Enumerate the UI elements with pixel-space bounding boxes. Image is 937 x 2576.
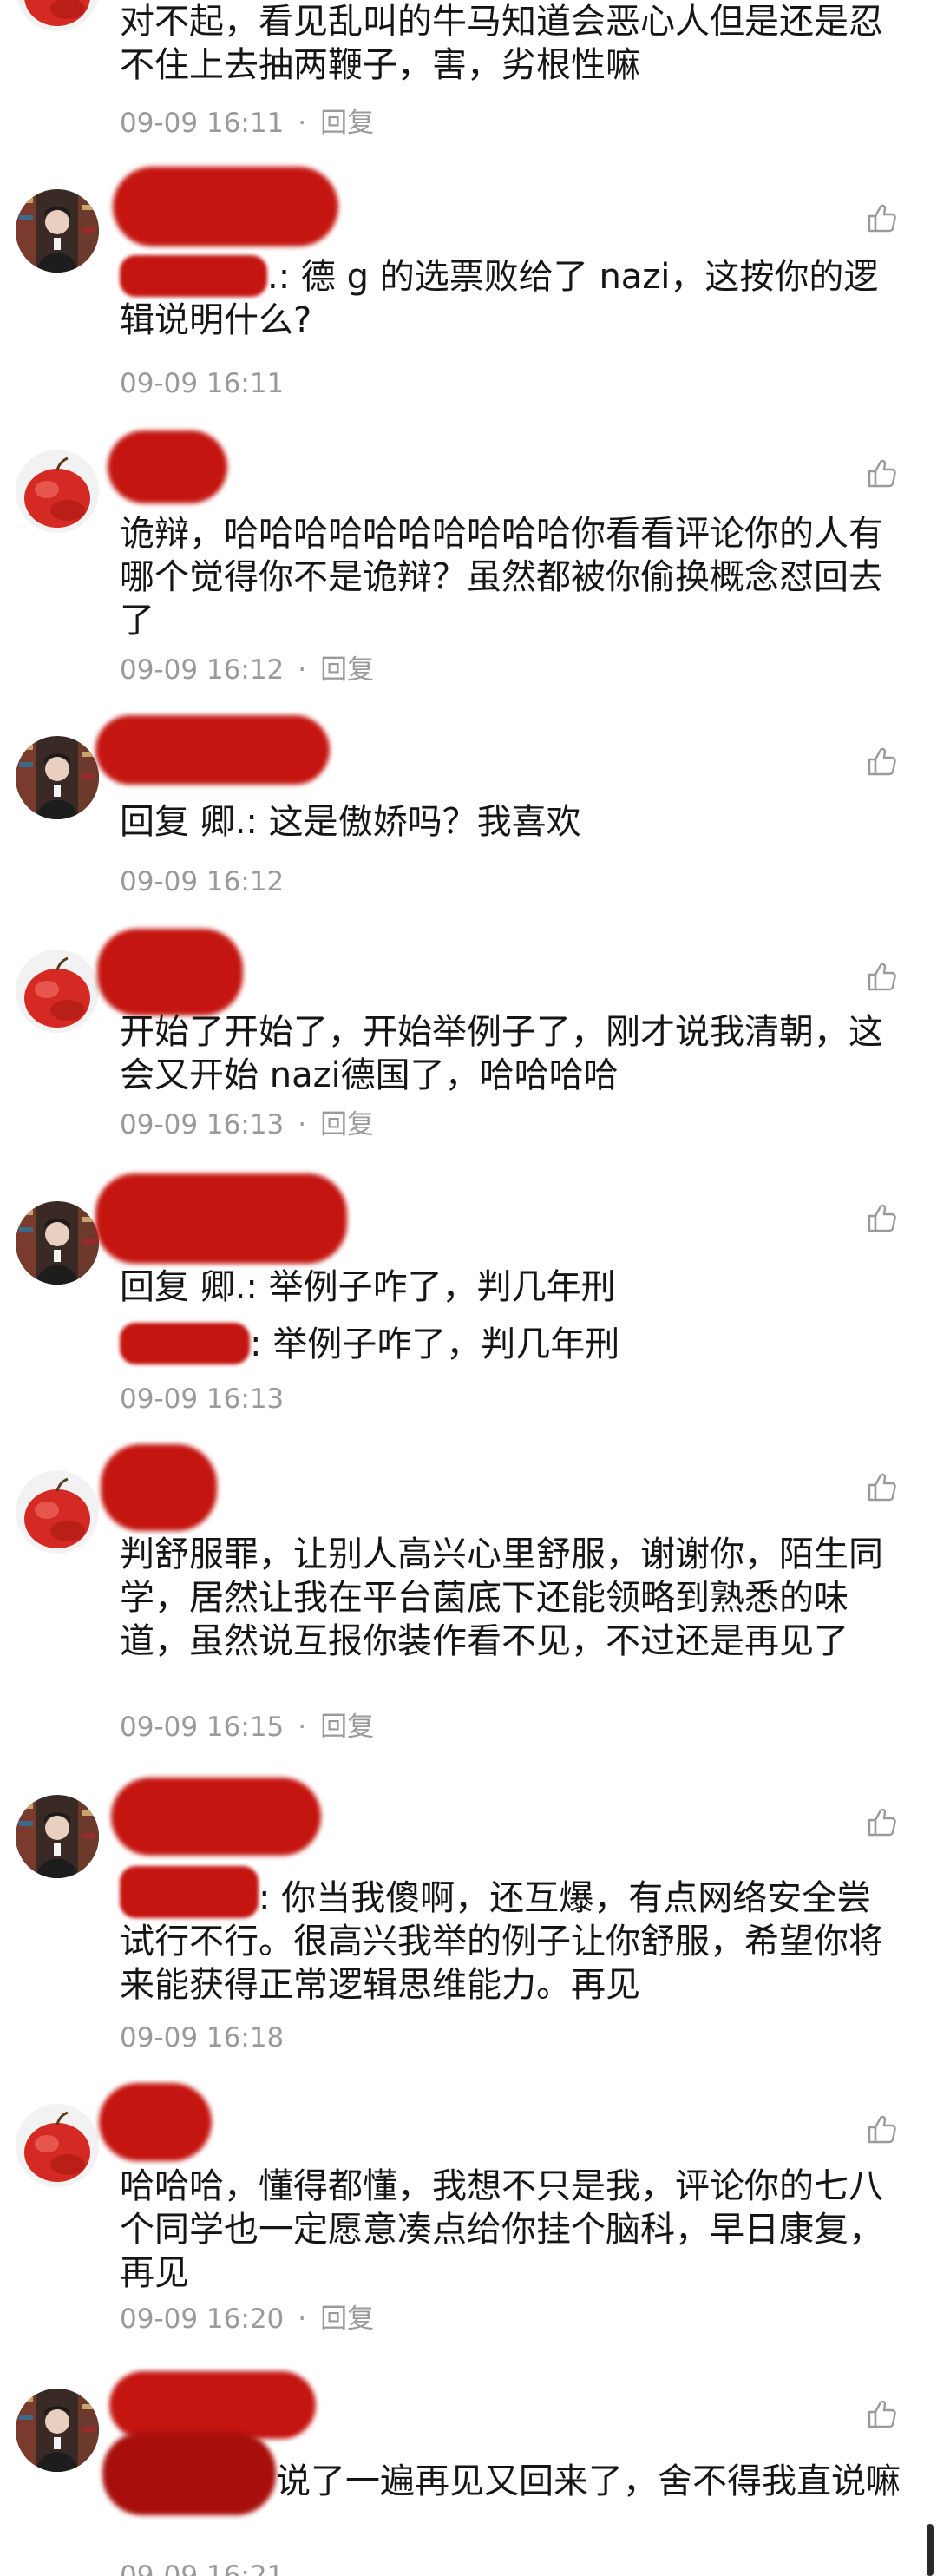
comment-meta: 09-09 16:21 xyxy=(120,2559,284,2576)
comment-text: 开始了开始了，开始举例子了，刚才说我清朝，这会又开始 nazi德国了，哈哈哈哈 xyxy=(120,1012,883,1095)
comment-text: 回复 卿.: 举例子咋了，判几年刑 xyxy=(120,1267,616,1307)
comment-meta: 09-09 16:20 · 回复 xyxy=(120,2302,374,2336)
comment-time: 09-09 16:18 xyxy=(120,2022,285,2054)
comment-text: 判舒服罪，让别人高兴心里舒服，谢谢你，陌生同学，居然让我在平台菌底下还能领略到熟… xyxy=(120,1534,883,1661)
comment-time: 09-09 16:12 xyxy=(120,866,285,897)
comment-meta: 09-09 16:11 · 回复 xyxy=(120,106,374,141)
comment-time: 09-09 16:13 xyxy=(120,1383,285,1415)
comment-meta: 09-09 16:18 xyxy=(120,2021,284,2055)
thumbs-up-icon[interactable] xyxy=(864,201,899,236)
comment-time: 09-09 16:12 xyxy=(120,654,285,686)
thumbs-up-icon[interactable] xyxy=(864,745,899,779)
username-redacted[interactable] xyxy=(99,2083,212,2161)
comment-time: 09-09 16:11 xyxy=(120,368,285,399)
user-avatar[interactable] xyxy=(16,0,99,31)
comment-text: 对不起，看见乱叫的牛马知道会恶心人但是还是忍不住上去抽两鞭子，害，劣根性嘛 xyxy=(120,2,883,85)
comment-time: 09-09 16:20 xyxy=(120,2303,285,2335)
mention-redacted xyxy=(120,255,267,297)
user-avatar[interactable] xyxy=(16,1201,99,1285)
comment-meta: 09-09 16:12 · 回复 xyxy=(120,653,374,687)
comment-text: : 你当我傻啊，还互爆，有点网络安全尝试行不行。很高兴我举的例子让你舒服，希望你… xyxy=(120,1866,905,2007)
thumbs-up-icon[interactable] xyxy=(864,960,899,995)
thumbs-up-icon[interactable] xyxy=(864,1470,899,1505)
thumbs-up-icon[interactable] xyxy=(864,1805,899,1840)
user-avatar[interactable] xyxy=(16,2389,99,2472)
user-avatar[interactable] xyxy=(16,450,99,533)
mention-redacted xyxy=(120,1866,259,1918)
scrollbar[interactable] xyxy=(927,2524,934,2576)
separator-dot: · xyxy=(298,654,307,686)
username-redacted[interactable] xyxy=(113,167,338,246)
separator-dot: · xyxy=(298,1712,307,1743)
comment-text: 诡辩，哈哈哈哈哈哈哈哈哈哈你看看评论你的人有哪个觉得你不是诡辩？虽然都被你偷换概… xyxy=(120,514,883,641)
reply-button[interactable]: 回复 xyxy=(320,1712,374,1743)
user-avatar[interactable] xyxy=(16,2104,99,2187)
thumbs-up-icon[interactable] xyxy=(864,457,899,491)
separator-dot: · xyxy=(298,2303,307,2335)
reply-button[interactable]: 回复 xyxy=(320,654,374,686)
comment-meta: 09-09 16:15 · 回复 xyxy=(120,1710,374,1745)
username-redacted[interactable] xyxy=(97,929,243,1015)
comment-time: 09-09 16:15 xyxy=(120,1712,285,1743)
comment-text: 回复 卿.: 这是傲娇吗？我喜欢 xyxy=(120,802,581,842)
mention-redacted xyxy=(120,1323,250,1364)
user-avatar[interactable] xyxy=(16,736,99,819)
username-redacted[interactable] xyxy=(108,430,227,503)
comment-meta: 09-09 16:11 xyxy=(120,366,284,401)
comment-time: 09-09 16:11 xyxy=(120,108,285,139)
username-redacted[interactable] xyxy=(95,1173,347,1264)
username-redacted[interactable] xyxy=(111,1778,321,1856)
quoted-reply-text: : 举例子咋了，判几年刑 xyxy=(120,1323,905,1366)
comment-text: .: 德 g 的选票败给了 nazi，这按你的逻辑说明什么? xyxy=(120,255,879,340)
reply-button[interactable]: 回复 xyxy=(320,1109,374,1140)
username-redacted[interactable] xyxy=(109,2371,316,2439)
reply-button[interactable]: 回复 xyxy=(320,108,374,139)
separator-dot: · xyxy=(298,108,307,139)
comment-time: 09-09 16:21 xyxy=(120,2560,285,2576)
comment-text: 说了一遍再见又回来了，舍不得我直说嘛 xyxy=(276,2461,901,2501)
thumbs-up-icon[interactable] xyxy=(864,2397,899,2432)
user-avatar[interactable] xyxy=(16,189,99,273)
username-redacted[interactable] xyxy=(101,1444,217,1531)
comment-meta: 09-09 16:12 xyxy=(120,864,284,899)
thumbs-up-icon[interactable] xyxy=(864,1201,899,1236)
reply-button[interactable]: 回复 xyxy=(320,2303,374,2335)
comment-text: 哈哈哈，懂得都懂，我想不只是我，评论你的七八个同学也一定愿意凑点给你挂个脑科，早… xyxy=(120,2166,883,2293)
comment-time: 09-09 16:13 xyxy=(120,1109,285,1140)
thumbs-up-icon[interactable] xyxy=(864,2113,899,2147)
user-avatar[interactable] xyxy=(16,1470,99,1554)
user-avatar[interactable] xyxy=(16,950,99,1033)
comment-meta: 09-09 16:13 · 回复 xyxy=(120,1107,374,1142)
comment-meta: 09-09 16:13 xyxy=(120,1382,284,1416)
separator-dot: · xyxy=(298,1109,307,1140)
username-redacted[interactable] xyxy=(95,715,330,785)
user-avatar[interactable] xyxy=(16,1795,99,1878)
